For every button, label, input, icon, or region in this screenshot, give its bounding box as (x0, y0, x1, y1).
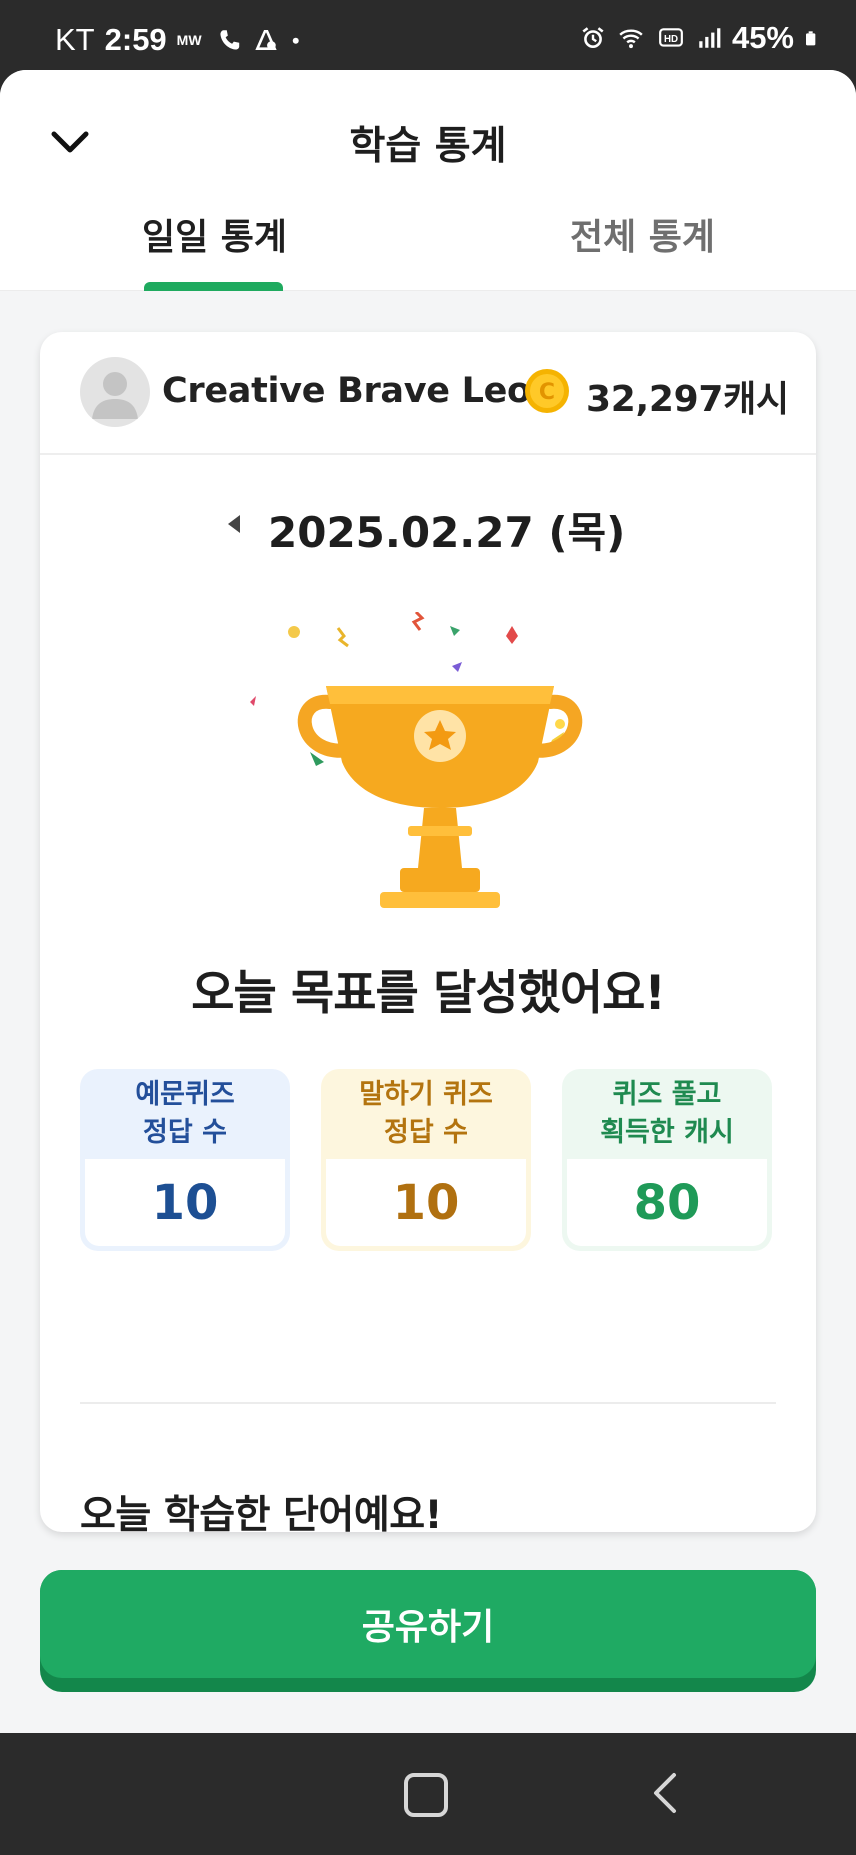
tab-indicator (144, 282, 283, 291)
status-bar: KT 2:59 MW HD 45% (0, 0, 856, 70)
signal-icon (699, 28, 721, 48)
alarm-icon (582, 27, 604, 48)
stat-label-line1: 예문퀴즈 (135, 1078, 235, 1110)
daily-stats-card: Creative Brave Leon C 32,297캐시 2025.02.2… (40, 332, 816, 1532)
page-title: 학습 통계 (349, 124, 507, 169)
stat-speaking-quiz: 말하기 퀴즈 정답 수 10 (321, 1069, 531, 1251)
cash-balance: 32,297캐시 (586, 379, 789, 420)
cash-coin-icon: C (525, 369, 569, 413)
avatar (80, 357, 150, 427)
header: 학습 통계 일일 통계 전체 통계 (0, 70, 856, 291)
app-icon (255, 30, 277, 50)
share-button[interactable]: 공유하기 (40, 1570, 816, 1678)
stats-sheet: 학습 통계 일일 통계 전체 통계 Creative Brave Leon C … (0, 70, 856, 1733)
back-button[interactable] (648, 1771, 682, 1815)
stat-value: 80 (567, 1159, 767, 1246)
home-button[interactable] (404, 1773, 448, 1817)
stat-label: 예문퀴즈 정답 수 (80, 1069, 290, 1159)
goal-achieved-message: 오늘 목표를 달성했어요! (191, 966, 666, 1021)
profile-row: Creative Brave Leon C 32,297캐시 (40, 332, 816, 455)
tab-daily-stats[interactable]: 일일 통계 (142, 208, 287, 260)
stat-value: 10 (326, 1159, 526, 1246)
stat-label: 말하기 퀴즈 정답 수 (321, 1069, 531, 1159)
stat-label-line2: 정답 수 (143, 1117, 227, 1148)
prev-date-button[interactable] (228, 515, 240, 533)
mw-icon: MW (176, 32, 202, 48)
svg-text:HD: HD (664, 34, 678, 45)
divider (80, 1402, 776, 1404)
trophy-illustration (250, 612, 583, 908)
tab-total-stats[interactable]: 전체 통계 (570, 208, 715, 260)
stat-label-line1: 말하기 퀴즈 (359, 1078, 493, 1110)
stat-label-line1: 퀴즈 풀고 (612, 1078, 722, 1110)
username: Creative Brave Leon (162, 371, 556, 411)
stat-label: 퀴즈 풀고 획득한 캐시 (562, 1069, 772, 1159)
user-avatar-icon (92, 372, 138, 419)
stat-value: 10 (85, 1159, 285, 1246)
stat-earned-cash: 퀴즈 풀고 획득한 캐시 80 (562, 1069, 772, 1251)
wifi-icon (619, 29, 643, 49)
learned-words-title: 오늘 학습한 단어예요! (80, 1493, 442, 1532)
battery-icon (806, 31, 816, 46)
status-right: HD 45% (580, 20, 820, 56)
date-label: 2025.02.27 (목) (268, 508, 626, 557)
stat-label-line2: 획득한 캐시 (600, 1117, 734, 1148)
navigation-bar (0, 1733, 856, 1855)
dot-icon (292, 37, 299, 44)
stat-label-line2: 정답 수 (384, 1117, 468, 1148)
status-left: KT 2:59 MW (55, 22, 307, 58)
battery-percent: 45% (731, 20, 794, 55)
hd-icon: HD (659, 28, 683, 47)
stat-example-quiz: 예문퀴즈 정답 수 10 (80, 1069, 290, 1251)
carrier: KT (55, 22, 95, 57)
clock: 2:59 (104, 22, 167, 57)
coin-letter: C (539, 380, 555, 405)
phone-icon (220, 30, 239, 50)
